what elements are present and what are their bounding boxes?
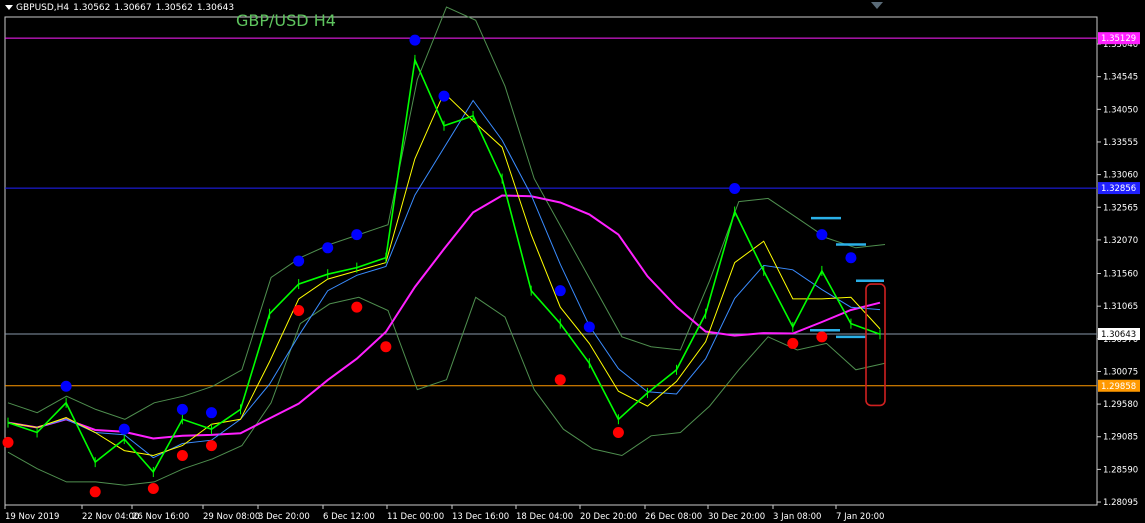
fractal-up-dot <box>60 380 72 392</box>
x-tick-label: 3 Dec 20:00 <box>258 512 310 522</box>
fractal-up-dot <box>176 403 188 415</box>
y-tick-label: 1.28590 <box>1103 465 1138 475</box>
price-label-text: 1.29858 <box>1101 382 1136 392</box>
y-tick-label: 1.29085 <box>1103 433 1138 443</box>
chart-header: GBPUSD,H4 1.30562 1.30667 1.30562 1.30643 <box>0 0 238 16</box>
y-tick-label: 1.34545 <box>1103 73 1138 83</box>
fractal-up-dot <box>118 423 130 435</box>
y-tick-label: 1.30075 <box>1103 367 1138 377</box>
x-tick-label: 13 Dec 16:00 <box>452 512 509 522</box>
fractal-down-dot <box>205 440 217 452</box>
fractal-down-dot <box>351 301 363 313</box>
y-tick-label: 1.33555 <box>1103 138 1138 148</box>
fractal-up-dot <box>438 90 450 102</box>
x-tick-label: 11 Dec 00:00 <box>387 512 444 522</box>
x-tick-label: 3 Jan 08:00 <box>773 512 821 522</box>
fractal-up-dot <box>351 229 363 241</box>
y-tick-label: 1.33060 <box>1103 171 1138 181</box>
y-tick-label: 1.34050 <box>1103 105 1138 115</box>
fractal-down-dot <box>176 450 188 462</box>
y-tick-label: 1.31065 <box>1103 302 1138 312</box>
y-tick-label: 1.32070 <box>1103 236 1138 246</box>
fractal-down-dot <box>147 483 159 495</box>
fractal-down-dot <box>612 426 624 438</box>
price-chart[interactable]: 1.350401.345451.340501.335551.330601.325… <box>0 0 1145 523</box>
fractal-up-dot <box>729 182 741 194</box>
bollinger-band-line <box>7 6 886 420</box>
chevron-down-icon[interactable] <box>5 4 13 10</box>
highlight-box <box>865 283 886 407</box>
shift-marker-icon[interactable] <box>871 2 883 9</box>
fractal-down-dot <box>380 341 392 353</box>
x-tick-label: 26 Dec 08:00 <box>645 512 702 522</box>
fractal-down-dot <box>554 374 566 386</box>
fractal-up-dot <box>409 34 421 46</box>
x-tick-label: 30 Dec 20:00 <box>708 512 765 522</box>
open-value: 1.30562 <box>73 3 111 13</box>
x-tick-label: 18 Dec 04:00 <box>516 512 573 522</box>
y-tick-label: 1.31560 <box>1103 270 1138 280</box>
slow-ma-line <box>7 194 881 440</box>
fractal-up-dot <box>293 255 305 267</box>
fractal-up-dot <box>816 229 828 241</box>
fractal-up-dot <box>583 321 595 333</box>
x-tick-label: 6 Dec 12:00 <box>323 512 375 522</box>
chart-title: GBP/USD H4 <box>236 11 336 30</box>
fractal-up-dot <box>322 242 334 254</box>
fractal-down-dot <box>816 331 828 343</box>
y-tick-label: 1.28095 <box>1103 498 1138 508</box>
x-tick-label: 20 Dec 20:00 <box>580 512 637 522</box>
fractal-up-dot <box>205 407 217 419</box>
price-label-text: 1.32856 <box>1101 184 1136 194</box>
fractal-down-dot <box>89 486 101 498</box>
y-tick-label: 1.32565 <box>1103 203 1138 213</box>
fractal-up-dot <box>845 252 857 264</box>
fractal-down-dot <box>293 304 305 316</box>
fractal-down-dot <box>2 436 14 448</box>
symbol-label: GBPUSD,H4 <box>16 3 70 13</box>
price-label-text: 1.35129 <box>1101 34 1136 44</box>
x-tick-label: 29 Nov 08:00 <box>203 512 260 522</box>
low-value: 1.30562 <box>155 3 193 13</box>
plot-frame <box>4 16 1098 506</box>
close-value: 1.30643 <box>196 3 235 13</box>
y-tick-label: 1.29580 <box>1103 400 1138 410</box>
fractal-down-dot <box>787 337 799 349</box>
x-tick-label: 7 Jan 20:00 <box>836 512 884 522</box>
x-tick-label: 22 Nov 04:00 <box>82 512 139 522</box>
x-tick-label: 26 Nov 16:00 <box>132 512 189 522</box>
mid-ma-line <box>7 99 881 459</box>
x-tick-label: 19 Nov 2019 <box>5 512 59 522</box>
high-value: 1.30667 <box>114 3 152 13</box>
fractal-up-dot <box>554 285 566 297</box>
price-label-text: 1.30643 <box>1101 330 1136 340</box>
